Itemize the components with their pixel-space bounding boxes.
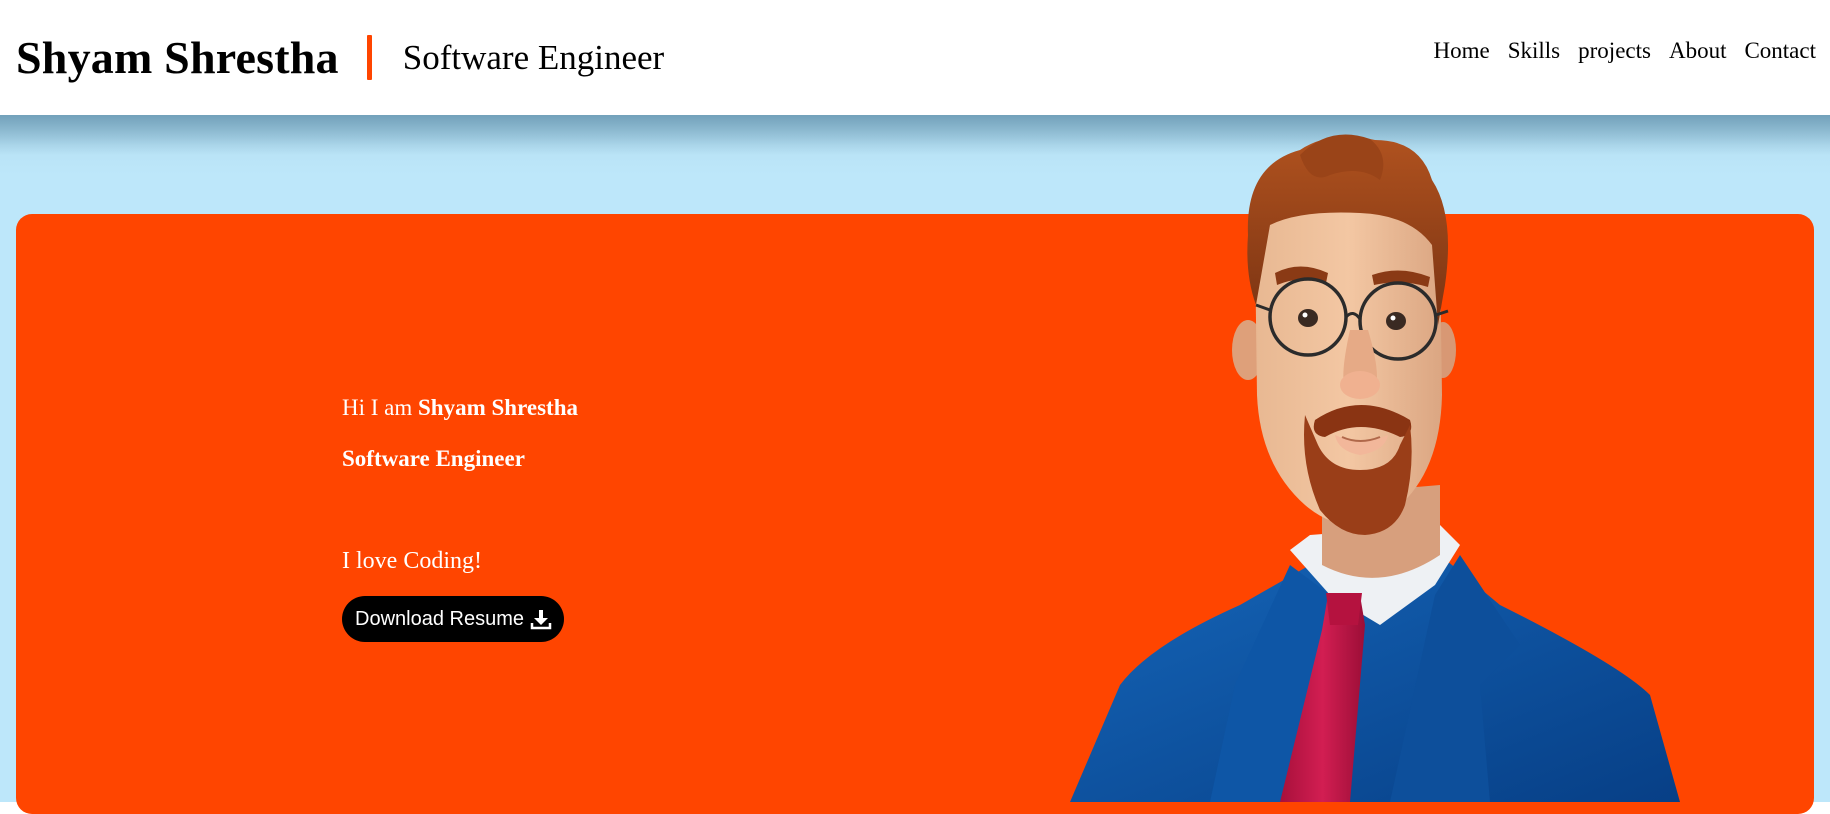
download-resume-label: Download Resume [355,607,524,630]
nav-about[interactable]: About [1669,38,1727,64]
hero-greeting: Hi I am Shyam Shrestha [342,393,578,423]
character-illustration [1060,125,1700,802]
brand-subtitle: Software Engineer [402,37,665,77]
greeting-prefix: Hi I am [342,395,419,420]
download-resume-button[interactable]: Download Resume [342,596,564,642]
site-header: Shyam Shrestha Software Engineer Home Sk… [0,0,1830,115]
nav-skills[interactable]: Skills [1508,38,1560,64]
nav-projects[interactable]: projects [1578,38,1651,64]
greeting-name: Shyam Shrestha [418,395,578,420]
main-nav: Home Skills projects About Contact [1434,38,1817,64]
hero-tagline: I love Coding! [342,548,482,574]
nav-contact[interactable]: Contact [1744,38,1816,64]
hero-role: Software Engineer [342,446,525,471]
download-icon [530,610,552,630]
brand-name[interactable]: Shyam Shrestha [16,31,339,84]
nav-home[interactable]: Home [1434,38,1490,64]
cartoon-man-image [1070,134,1680,802]
brand-separator [366,35,372,80]
hero-intro: Hi I am Shyam Shrestha Software Engineer… [342,393,578,642]
